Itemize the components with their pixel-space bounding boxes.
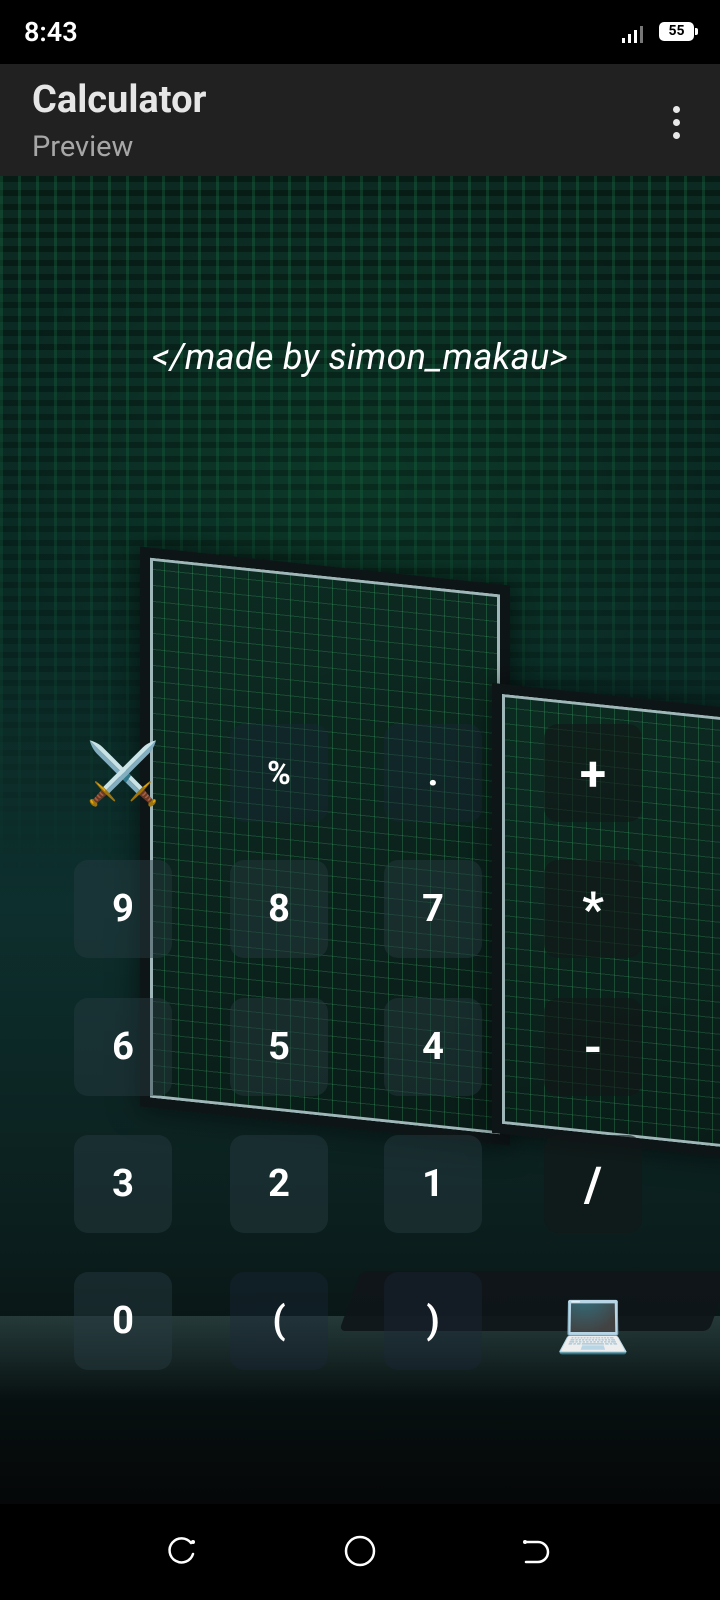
laptop-button[interactable]: 💻 — [544, 1272, 642, 1370]
digit-7-button[interactable]: 7 — [384, 860, 482, 958]
app-title: Calculator — [32, 78, 207, 122]
digit-9-button[interactable]: 9 — [74, 860, 172, 958]
digit-2-button[interactable]: 2 — [230, 1135, 328, 1233]
credit-text: </made by simon_makau> — [151, 336, 569, 378]
app-bar: Calculator Preview — [0, 64, 720, 176]
digit-3-button[interactable]: 3 — [74, 1135, 172, 1233]
multiply-button[interactable]: * — [544, 860, 642, 958]
back-icon[interactable] — [518, 1534, 552, 1568]
digit-4-button[interactable]: 4 — [384, 998, 482, 1096]
minus-button[interactable]: - — [544, 998, 642, 1096]
decimal-button[interactable]: . — [384, 724, 482, 822]
status-time: 8:43 — [24, 16, 78, 48]
overflow-menu-button[interactable] — [656, 94, 696, 150]
plus-button[interactable]: + — [544, 724, 642, 822]
percent-button[interactable]: % — [230, 724, 328, 822]
app-subtitle: Preview — [32, 130, 134, 164]
recent-apps-icon[interactable] — [166, 1534, 200, 1568]
digit-5-button[interactable]: 5 — [230, 998, 328, 1096]
status-bar: 8:43 55 — [0, 0, 720, 64]
digit-6-button[interactable]: 6 — [74, 998, 172, 1096]
navigation-bar — [0, 1504, 720, 1600]
digit-1-button[interactable]: 1 — [384, 1135, 482, 1233]
more-vert-icon — [672, 105, 680, 113]
swords-button[interactable]: ⚔️ — [74, 724, 172, 822]
battery-icon: 55 — [659, 22, 698, 41]
close-paren-button[interactable]: ) — [384, 1272, 482, 1370]
digit-8-button[interactable]: 8 — [230, 860, 328, 958]
digit-0-button[interactable]: 0 — [74, 1272, 172, 1370]
signal-icon — [622, 26, 643, 43]
divide-button[interactable]: / — [544, 1135, 642, 1233]
home-icon[interactable] — [343, 1534, 377, 1568]
open-paren-button[interactable]: ( — [230, 1272, 328, 1370]
